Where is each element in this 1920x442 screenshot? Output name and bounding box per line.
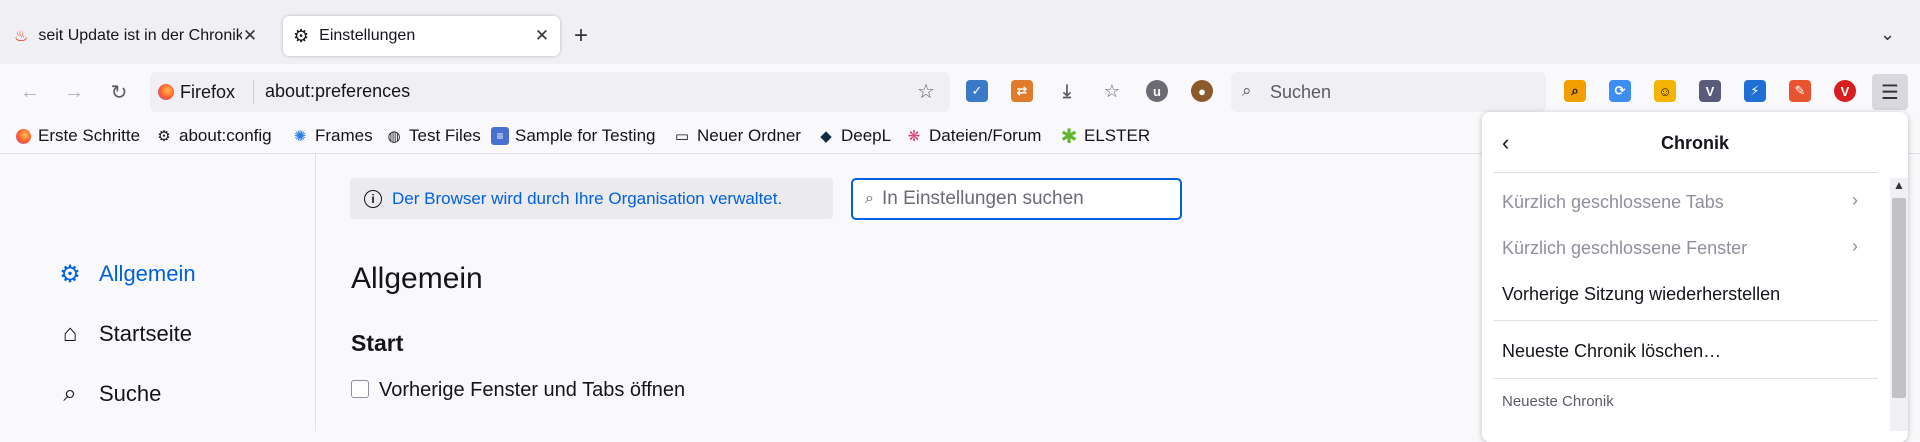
bookmark-label: DeepL (841, 126, 892, 145)
category-label: Startseite (99, 321, 192, 346)
edit-icon[interactable]: ✎ (1789, 80, 1811, 102)
bookmark-sample-for-testing[interactable]: ≡ Sample for Testing (491, 125, 655, 147)
bookmark-erste-schritte[interactable]: Erste Schritte (14, 125, 140, 147)
section-heading-start: Start (351, 330, 404, 356)
reload-icon: ↻ (110, 81, 128, 104)
preferences-search-input[interactable] (879, 187, 1164, 211)
elster-icon: ✱ (1060, 125, 1078, 148)
search-icon: ⌕ (865, 190, 874, 207)
bookmark-label: Dateien/Forum (929, 126, 1042, 145)
chevron-right-icon: › (1852, 190, 1858, 210)
sync-icon[interactable]: ⟳ (1609, 80, 1631, 102)
web-search-placeholder[interactable]: Suchen (1270, 82, 1331, 103)
recently-closed-windows-item[interactable]: Kürzlich geschlossene Fenster (1502, 238, 1747, 259)
arrow-right-icon: → (64, 80, 84, 103)
clear-recent-history-item[interactable]: Neueste Chronik löschen… (1502, 341, 1721, 362)
restore-session-label[interactable]: Vorherige Fenster und Tabs öffnen (379, 379, 685, 402)
policy-notice-text: Der Browser wird durch Ihre Organisation… (392, 188, 783, 208)
bookmark-label: Erste Schritte (38, 126, 141, 145)
cookie-icon[interactable]: ● (1191, 80, 1213, 102)
zoom-icon[interactable]: ⌕ (1564, 80, 1586, 102)
deepl-icon: ◆ (820, 128, 832, 145)
tab-einstellungen[interactable]: ⚙ Einstellungen ✕ (283, 16, 560, 56)
policy-notice[interactable]: i Der Browser wird durch Ihre Organisati… (350, 178, 833, 219)
close-icon[interactable]: ✕ (242, 26, 258, 46)
close-icon[interactable]: ✕ (534, 26, 550, 46)
sidebar-divider (315, 154, 316, 431)
category-label: Allgemein (99, 261, 196, 286)
panel-separator (1493, 378, 1878, 379)
w3c-validator-icon[interactable]: ✓ (966, 80, 988, 102)
bookmark-frames[interactable]: ✺ Frames (291, 125, 373, 147)
home-icon: ⌂ (62, 320, 78, 347)
bolt-icon[interactable]: ⚡ (1744, 80, 1766, 102)
bookmark-label: Sample for Testing (515, 126, 656, 145)
scroll-up-icon[interactable]: ▲ (1890, 178, 1908, 196)
search-icon: ⌕ (1242, 81, 1252, 100)
globe-icon: ◍ (387, 128, 401, 145)
folder-icon: ▭ (674, 128, 690, 145)
category-startseite[interactable]: ⌂ Startseite (55, 317, 192, 351)
firefox-icon (14, 127, 32, 145)
info-icon: i (364, 189, 382, 208)
tab-title: seit Update ist in der Chronik (38, 27, 242, 44)
gear-icon: ⚙ (59, 260, 81, 288)
vivaldi-icon[interactable]: V (1834, 80, 1856, 102)
tab-title: Einstellungen (319, 27, 416, 44)
bookmark-deepl[interactable]: ◆ DeepL (817, 125, 891, 147)
category-allgemein[interactable]: ⚙ Allgemein (55, 257, 196, 291)
emoji-icon[interactable]: ☺ (1654, 80, 1676, 102)
bookmark-neuer-ordner[interactable]: ▭ Neuer Ordner (673, 125, 801, 147)
v-icon[interactable]: V (1699, 80, 1721, 102)
bookmark-label: about:config (179, 126, 272, 145)
panel-separator (1493, 172, 1878, 173)
reload-button[interactable]: ↻ (107, 80, 131, 104)
list-all-tabs-button[interactable]: ⌄ (1880, 24, 1895, 45)
bookmark-about-config[interactable]: ⚙ about:config (155, 125, 272, 147)
url-text[interactable]: about:preferences (265, 81, 410, 102)
back-button[interactable]: ← (18, 80, 42, 104)
recent-history-heading: Neueste Chronik (1502, 393, 1614, 410)
panel-separator (1493, 320, 1878, 321)
new-tab-button[interactable]: + (574, 24, 588, 48)
category-suche[interactable]: ⌕ Suche (55, 377, 161, 411)
scrollbar-thumb[interactable] (1892, 198, 1906, 398)
download-icon[interactable]: ⤓ (1056, 80, 1078, 102)
bookmark-label: Test Files (409, 126, 481, 145)
firefox-icon (158, 84, 174, 100)
preferences-search[interactable]: ⌕ (851, 178, 1182, 220)
frames-icon: ✺ (293, 128, 307, 145)
doc-icon: ≡ (491, 127, 509, 145)
restore-previous-session-item[interactable]: Vorherige Sitzung wiederherstellen (1502, 284, 1780, 305)
hamburger-icon: ☰ (1881, 81, 1899, 104)
fire-icon: ♨ (14, 28, 29, 45)
forward-button[interactable]: → (62, 80, 86, 104)
page-title: Allgemein (351, 262, 483, 295)
recently-closed-tabs-item[interactable]: Kürzlich geschlossene Tabs (1502, 192, 1724, 213)
translate-icon[interactable]: ⇄ (1011, 80, 1033, 102)
gear-icon: ⚙ (293, 25, 310, 46)
identity-label: Firefox (180, 81, 236, 102)
forum-icon: ❋ (907, 128, 921, 145)
arrow-left-icon: ← (20, 80, 40, 103)
chevron-right-icon: › (1852, 236, 1858, 256)
identity-box[interactable]: Firefox (158, 80, 235, 104)
bookmark-dateien-forum[interactable]: ❋ Dateien/Forum (905, 125, 1042, 147)
bookmark-test-files[interactable]: ◍ Test Files (385, 125, 481, 147)
ublock-icon[interactable]: u (1146, 80, 1168, 102)
bookmark-elster[interactable]: ✱ ELSTER (1060, 125, 1151, 148)
bookmark-label: Frames (315, 126, 373, 145)
panel-title: Chronik (1660, 133, 1729, 153)
gear-icon: ⚙ (157, 128, 171, 145)
bookmark-label: ELSTER (1084, 126, 1151, 145)
bookmark-label: Neuer Ordner (697, 126, 801, 145)
search-icon: ⌕ (63, 380, 77, 407)
tab-chronik-update[interactable]: ♨ seit Update ist in der Chronik ✕ (4, 16, 268, 56)
url-separator (253, 80, 254, 104)
app-menu-button[interactable]: ☰ (1872, 74, 1908, 110)
category-label: Suche (99, 381, 162, 406)
bookmark-star-icon[interactable]: ☆ (917, 79, 935, 104)
restore-session-checkbox[interactable] (351, 380, 369, 398)
pocket-icon[interactable]: ☆ (1101, 80, 1123, 102)
